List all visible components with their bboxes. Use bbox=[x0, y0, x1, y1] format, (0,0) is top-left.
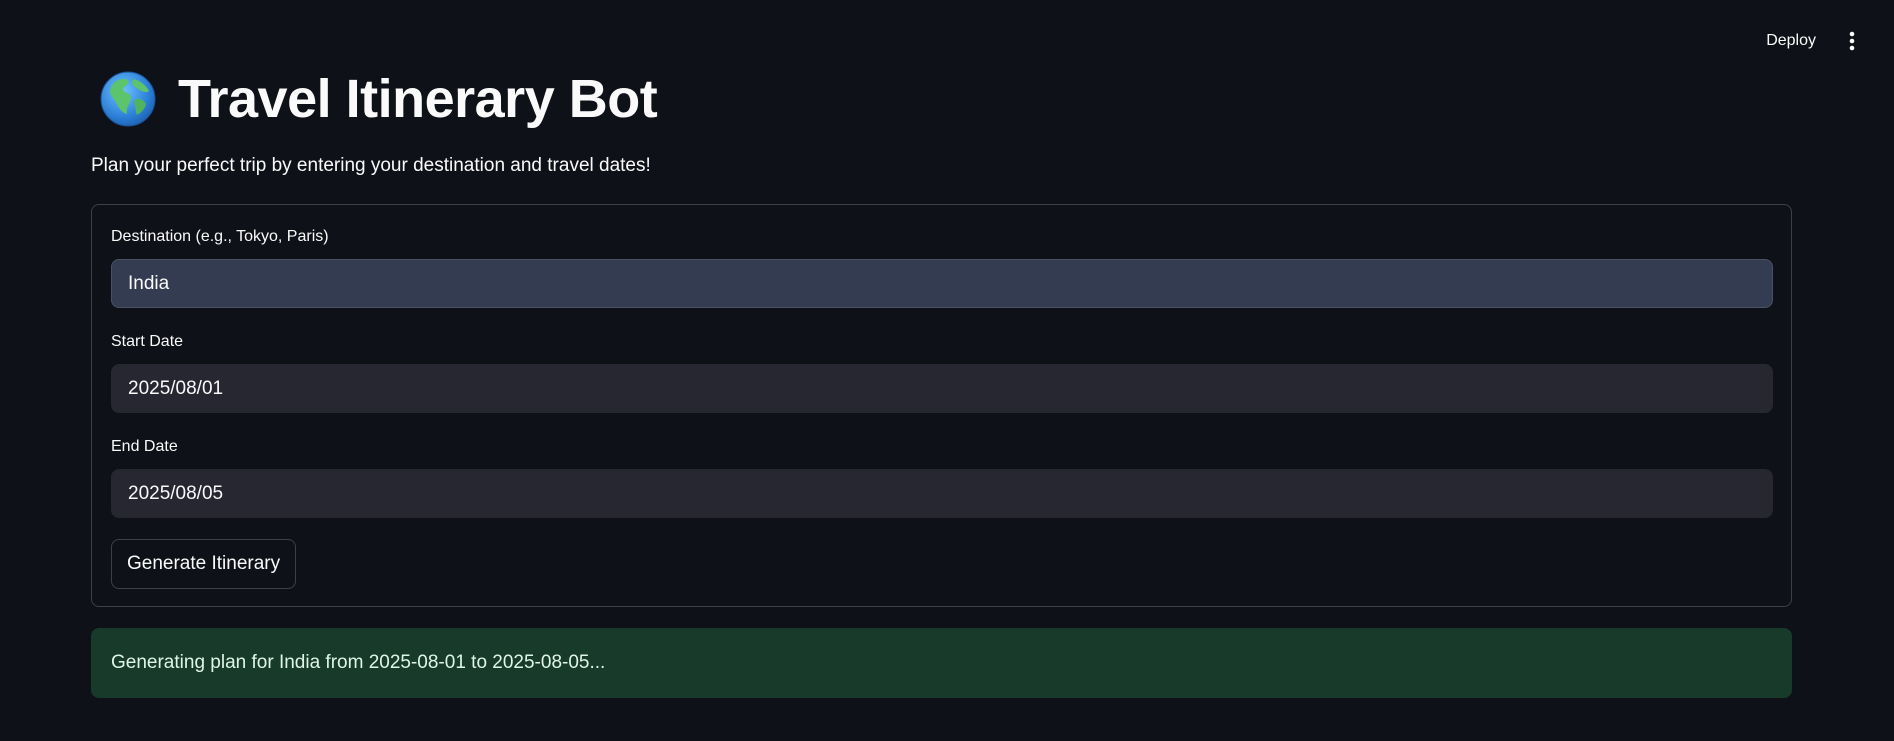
end-date-label: End Date bbox=[111, 438, 178, 455]
vertical-ellipsis-icon bbox=[1849, 31, 1855, 51]
destination-value: India bbox=[128, 272, 170, 294]
page-title: Travel Itinerary Bot bbox=[178, 69, 658, 129]
status-message: Generating plan for India from 2025-08-0… bbox=[111, 652, 606, 673]
title-row: Travel Itinerary Bot bbox=[100, 64, 658, 134]
deploy-button[interactable]: Deploy bbox=[1754, 24, 1828, 58]
start-date-label: Start Date bbox=[111, 333, 184, 350]
status-alert: Generating plan for India from 2025-08-0… bbox=[91, 628, 1792, 698]
main-menu-button[interactable] bbox=[1834, 23, 1870, 59]
itinerary-form: Destination (e.g., Tokyo, Paris) India S… bbox=[91, 204, 1792, 607]
globe-icon bbox=[100, 71, 156, 127]
header-toolbar: Deploy bbox=[1754, 0, 1894, 82]
start-date-input[interactable]: 2025/08/01 bbox=[111, 364, 1773, 413]
end-date-input[interactable]: 2025/08/05 bbox=[111, 469, 1773, 518]
end-date-value: 2025/08/05 bbox=[128, 482, 224, 504]
destination-label: Destination (e.g., Tokyo, Paris) bbox=[111, 228, 329, 245]
start-date-value: 2025/08/01 bbox=[128, 377, 224, 399]
destination-input[interactable]: India bbox=[111, 259, 1773, 308]
generate-itinerary-button[interactable]: Generate Itinerary bbox=[111, 539, 297, 589]
page-subtitle: Plan your perfect trip by entering your … bbox=[91, 155, 651, 176]
